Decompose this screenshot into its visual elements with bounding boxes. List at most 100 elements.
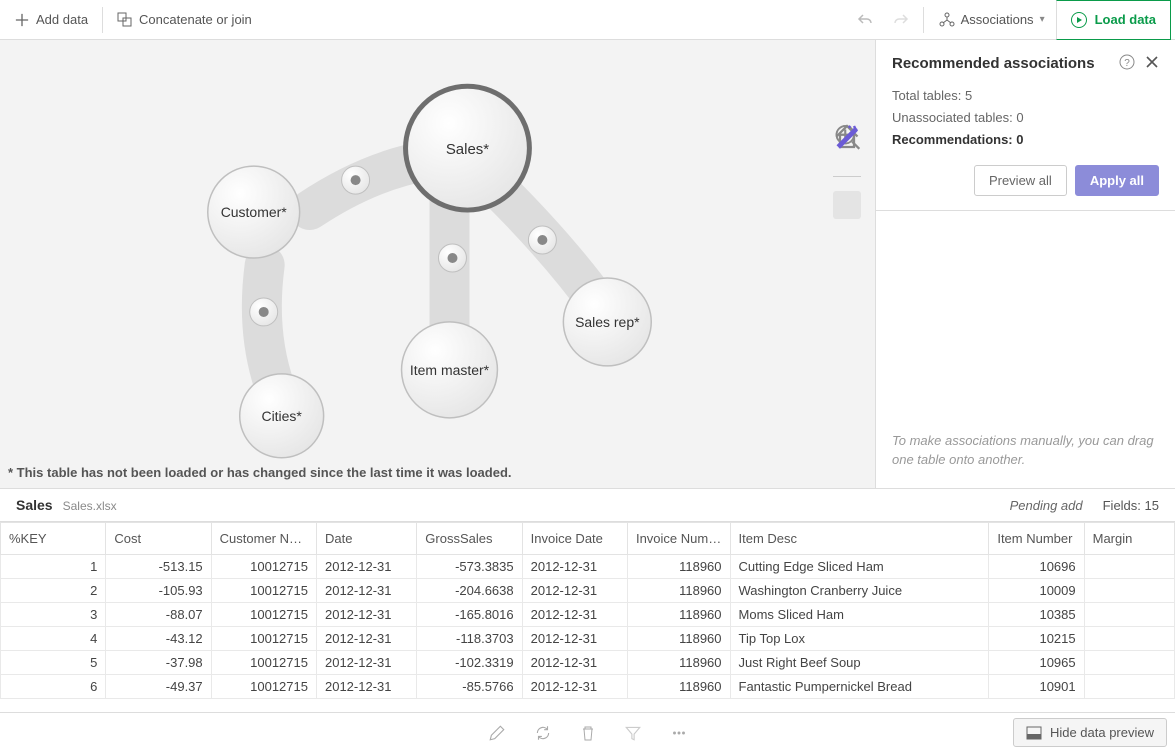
edit-icon[interactable] (488, 724, 506, 742)
table-cell (1084, 651, 1174, 675)
table-cell: 118960 (627, 627, 730, 651)
column-header[interactable]: Invoice Num… (627, 523, 730, 555)
table-cell: 10012715 (211, 651, 316, 675)
table-cell (1084, 603, 1174, 627)
table-cell: Washington Cranberry Juice (730, 579, 989, 603)
add-data-button[interactable]: Add data (4, 6, 98, 34)
table-row[interactable]: 2-105.93100127152012-12-31-204.66382012-… (1, 579, 1175, 603)
column-header[interactable]: Date (316, 523, 416, 555)
magic-wand-icon[interactable] (833, 191, 861, 219)
concatenate-join-label: Concatenate or join (139, 12, 252, 27)
load-data-label: Load data (1095, 12, 1156, 27)
table-cell: Fantastic Pumpernickel Bread (730, 675, 989, 699)
column-header[interactable]: Item Desc (730, 523, 989, 555)
table-cell: -513.15 (106, 555, 211, 579)
undo-button[interactable] (847, 6, 883, 34)
associations-canvas[interactable]: Sales* Customer* Item master* Sales rep*… (0, 40, 876, 488)
table-cell: 2012-12-31 (316, 675, 416, 699)
column-header[interactable]: Cost (106, 523, 211, 555)
node-cities[interactable]: Cities* (261, 408, 302, 424)
hide-data-preview-button[interactable]: Hide data preview (1013, 718, 1167, 747)
separator (923, 7, 924, 33)
recommendations-panel: Recommended associations ? Total tables:… (876, 40, 1175, 488)
table-cell: 1 (1, 555, 106, 579)
node-customer[interactable]: Customer* (221, 204, 288, 220)
table-cell: 2012-12-31 (522, 651, 627, 675)
column-header[interactable]: Item Number (989, 523, 1084, 555)
table-cell: 118960 (627, 579, 730, 603)
node-sales[interactable]: Sales* (446, 141, 489, 158)
column-header[interactable]: Invoice Date (522, 523, 627, 555)
add-data-label: Add data (36, 12, 88, 27)
help-icon[interactable]: ? (1119, 54, 1135, 73)
load-data-button[interactable]: Load data (1056, 0, 1171, 40)
more-icon[interactable] (670, 724, 688, 742)
table-cell: -105.93 (106, 579, 211, 603)
table-cell: -37.98 (106, 651, 211, 675)
table-cell: 10012715 (211, 603, 316, 627)
table-cell: 2012-12-31 (316, 651, 416, 675)
refresh-icon[interactable] (534, 724, 552, 742)
table-row[interactable]: 6-49.37100127152012-12-31-85.57662012-12… (1, 675, 1175, 699)
data-preview: Sales Sales.xlsx Pending add Fields: 15 … (0, 488, 1175, 752)
table-cell: -102.3319 (417, 651, 522, 675)
table-cell: 10012715 (211, 675, 316, 699)
fields-value: 15 (1145, 498, 1159, 513)
table-cell: 118960 (627, 603, 730, 627)
table-cell: 3 (1, 603, 106, 627)
redo-button[interactable] (883, 6, 919, 34)
table-cell: -204.6638 (417, 579, 522, 603)
node-sales-rep[interactable]: Sales rep* (575, 314, 640, 330)
table-cell: 6 (1, 675, 106, 699)
table-cell: -85.5766 (417, 675, 522, 699)
hide-data-preview-label: Hide data preview (1050, 725, 1154, 740)
table-cell (1084, 675, 1174, 699)
table-cell: -165.8016 (417, 603, 522, 627)
table-row[interactable]: 3-88.07100127152012-12-31-165.80162012-1… (1, 603, 1175, 627)
table-cell: 2 (1, 579, 106, 603)
table-cell: 2012-12-31 (522, 579, 627, 603)
panel-hint: To make associations manually, you can d… (876, 418, 1175, 488)
table-cell: -573.3835 (417, 555, 522, 579)
table-cell (1084, 627, 1174, 651)
column-header[interactable]: GrossSales (417, 523, 522, 555)
table-cell: 2012-12-31 (316, 555, 416, 579)
table-cell: 2012-12-31 (522, 555, 627, 579)
table-cell: 10385 (989, 603, 1084, 627)
table-cell: -118.3703 (417, 627, 522, 651)
table-cell: 10901 (989, 675, 1084, 699)
chevron-down-icon: ▾ (1040, 14, 1045, 25)
table-cell: 118960 (627, 651, 730, 675)
table-cell: -88.07 (106, 603, 211, 627)
delete-icon[interactable] (580, 724, 596, 742)
table-row[interactable]: 4-43.12100127152012-12-31-118.37032012-1… (1, 627, 1175, 651)
table-cell: Tip Top Lox (730, 627, 989, 651)
column-header[interactable]: %KEY (1, 523, 106, 555)
panel-title: Recommended associations (892, 55, 1095, 72)
table-cell: -43.12 (106, 627, 211, 651)
table-cell: 10965 (989, 651, 1084, 675)
close-icon[interactable] (1145, 55, 1159, 72)
associations-dropdown[interactable]: Associations ▾ (928, 5, 1056, 35)
tables-icon (117, 12, 133, 28)
table-cell: 10696 (989, 555, 1084, 579)
table-cell: 2012-12-31 (522, 627, 627, 651)
concatenate-join-button[interactable]: Concatenate or join (107, 6, 262, 34)
table-row[interactable]: 1-513.15100127152012-12-31-573.38352012-… (1, 555, 1175, 579)
associations-icon (939, 12, 955, 28)
recommendations-label: Recommendations: (892, 132, 1013, 147)
svg-text:?: ? (1124, 58, 1130, 69)
associations-label: Associations (961, 12, 1034, 27)
table-cell: 2012-12-31 (316, 603, 416, 627)
top-toolbar: Add data Concatenate or join (0, 0, 1175, 40)
table-cell: 2012-12-31 (522, 675, 627, 699)
apply-all-button[interactable]: Apply all (1075, 165, 1159, 196)
column-header[interactable]: Margin (1084, 523, 1174, 555)
column-header[interactable]: Customer N… (211, 523, 316, 555)
filter-icon[interactable] (624, 724, 642, 742)
table-row[interactable]: 5-37.98100127152012-12-31-102.33192012-1… (1, 651, 1175, 675)
preview-all-button[interactable]: Preview all (974, 165, 1067, 196)
total-tables-label: Total tables: (892, 88, 961, 103)
node-item-master[interactable]: Item master* (410, 362, 490, 378)
preview-action-bar: Hide data preview (0, 712, 1175, 752)
